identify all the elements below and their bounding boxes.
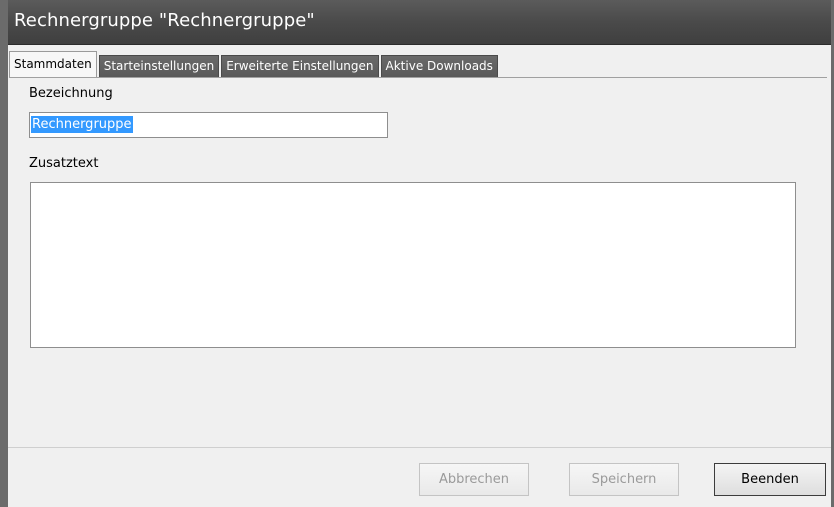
dialog-window: Rechnergruppe "Rechnergruppe" Stammdaten… (0, 0, 834, 507)
window-title: Rechnergruppe "Rechnergruppe" (14, 10, 315, 31)
cancel-button[interactable]: Abbrechen (419, 463, 529, 496)
tab-aktive-downloads[interactable]: Aktive Downloads (380, 55, 498, 77)
bezeichnung-input[interactable]: Rechnergruppe (29, 112, 388, 138)
bezeichnung-label: Bezeichnung (29, 86, 113, 101)
title-bar[interactable]: Rechnergruppe "Rechnergruppe" (0, 0, 834, 45)
zusatztext-textarea[interactable] (30, 182, 796, 348)
tab-stammdaten[interactable]: Stammdaten (9, 51, 97, 77)
zusatztext-label: Zusatztext (29, 156, 99, 171)
tab-erweiterte-einstellungen[interactable]: Erweiterte Einstellungen (221, 55, 379, 77)
save-button[interactable]: Speichern (569, 463, 679, 496)
tab-starteinstellungen[interactable]: Starteinstellungen (98, 55, 220, 77)
bezeichnung-input-value: Rechnergruppe (31, 116, 133, 133)
tab-bar: Stammdaten Starteinstellungen Erweiterte… (9, 51, 500, 77)
close-button[interactable]: Beenden (714, 463, 826, 496)
window-frame-left (0, 0, 8, 507)
